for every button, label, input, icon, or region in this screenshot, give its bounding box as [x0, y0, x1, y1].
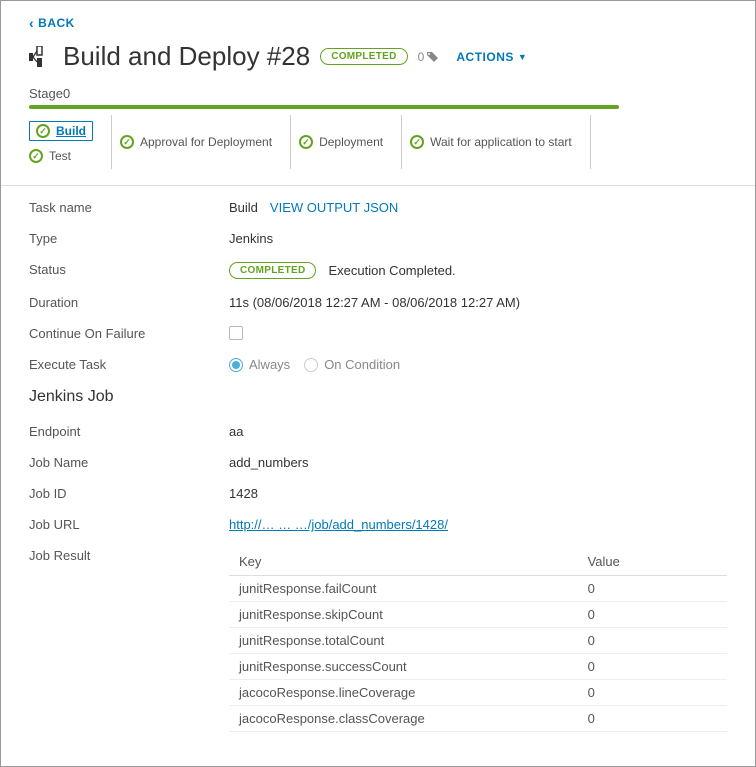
jobid-label: Job ID	[29, 486, 229, 501]
stage-tasks-row: ✓ Build ✓ Test ✓ Approval for Deployment ✓ Depl…	[29, 115, 727, 179]
radio-icon	[229, 358, 243, 372]
result-key: junitResponse.totalCount	[229, 628, 578, 654]
execute-condition-label: On Condition	[324, 357, 400, 372]
table-row: junitResponse.totalCount0	[229, 628, 727, 654]
table-row: junitResponse.successCount0	[229, 654, 727, 680]
execute-always-option[interactable]: Always	[229, 357, 290, 372]
endpoint-label: Endpoint	[29, 424, 229, 439]
chevron-down-icon: ▼	[518, 52, 527, 62]
result-key: junitResponse.successCount	[229, 654, 578, 680]
result-value: 0	[578, 602, 727, 628]
result-value: 0	[578, 706, 727, 732]
jobname-label: Job Name	[29, 455, 229, 470]
table-header-value: Value	[578, 548, 727, 576]
task-label: Test	[49, 149, 71, 163]
check-circle-icon: ✓	[120, 135, 134, 149]
jobresult-label: Job Result	[29, 548, 229, 563]
result-value: 0	[578, 680, 727, 706]
tag-count-area: 0	[418, 50, 441, 64]
actions-label: ACTIONS	[456, 50, 514, 64]
status-pill-detail: COMPLETED	[229, 262, 316, 279]
continue-on-failure-label: Continue On Failure	[29, 326, 229, 341]
stage-group: ✓ Approval for Deployment	[112, 115, 291, 169]
result-key: jacocoResponse.classCoverage	[229, 706, 578, 732]
stage-group: ✓ Deployment	[291, 115, 402, 169]
result-value: 0	[578, 576, 727, 602]
duration-label: Duration	[29, 295, 229, 310]
chevron-left-icon: ‹	[29, 15, 34, 31]
table-row: junitResponse.failCount0	[229, 576, 727, 602]
pipeline-icon	[29, 46, 53, 68]
task-item[interactable]: ✓ Wait for application to start	[410, 135, 572, 149]
stage-group: ✓ Wait for application to start	[402, 115, 591, 169]
result-value: 0	[578, 654, 727, 680]
jenkins-job-heading: Jenkins Job	[29, 388, 727, 406]
result-key: jacocoResponse.lineCoverage	[229, 680, 578, 706]
check-circle-icon: ✓	[410, 135, 424, 149]
back-label: BACK	[38, 16, 75, 30]
task-item[interactable]: ✓ Deployment	[299, 135, 383, 149]
back-link[interactable]: ‹ BACK	[29, 15, 75, 31]
status-badge: COMPLETED	[320, 48, 407, 65]
task-label: Approval for Deployment	[140, 135, 272, 149]
result-key: junitResponse.skipCount	[229, 602, 578, 628]
stage-name: Stage0	[29, 86, 727, 101]
tag-icon	[426, 51, 440, 63]
joburl-label: Job URL	[29, 517, 229, 532]
continue-on-failure-checkbox[interactable]	[229, 326, 243, 340]
task-label: Wait for application to start	[430, 135, 572, 149]
endpoint-value: aa	[229, 424, 243, 439]
table-header-key: Key	[229, 548, 578, 576]
task-name-label: Task name	[29, 200, 229, 215]
jobid-value: 1428	[229, 486, 258, 501]
view-output-json-link[interactable]: VIEW OUTPUT JSON	[270, 200, 398, 215]
result-value: 0	[578, 628, 727, 654]
check-circle-icon: ✓	[36, 124, 50, 138]
page-title: Build and Deploy #28	[63, 41, 310, 72]
stage-group: ✓ Build ✓ Test	[29, 115, 112, 169]
execute-always-label: Always	[249, 357, 290, 372]
task-item[interactable]: ✓ Build	[29, 121, 93, 141]
result-key: junitResponse.failCount	[229, 576, 578, 602]
task-name-value: Build	[229, 200, 258, 215]
task-item[interactable]: ✓ Approval for Deployment	[120, 135, 272, 149]
tag-count: 0	[418, 50, 425, 64]
type-label: Type	[29, 231, 229, 246]
task-label: Deployment	[319, 135, 383, 149]
radio-icon	[304, 358, 318, 372]
execute-task-label: Execute Task	[29, 357, 229, 372]
job-result-table: Key Value junitResponse.failCount0junitR…	[229, 548, 727, 732]
joburl-link[interactable]: http://… … …/job/add_numbers/1428/	[229, 517, 448, 532]
status-text: Execution Completed.	[328, 263, 455, 278]
table-row: junitResponse.skipCount0	[229, 602, 727, 628]
table-row: jacocoResponse.classCoverage0	[229, 706, 727, 732]
execute-on-condition-option[interactable]: On Condition	[304, 357, 400, 372]
duration-value: 11s (08/06/2018 12:27 AM - 08/06/2018 12…	[229, 295, 520, 310]
stage-progress-bar	[29, 105, 619, 109]
actions-menu[interactable]: ACTIONS ▼	[456, 50, 527, 64]
check-circle-icon: ✓	[299, 135, 313, 149]
status-label: Status	[29, 262, 229, 277]
task-item[interactable]: ✓ Test	[29, 149, 93, 163]
type-value: Jenkins	[229, 231, 273, 246]
jobname-value: add_numbers	[229, 455, 309, 470]
task-label: Build	[56, 124, 86, 138]
table-row: jacocoResponse.lineCoverage0	[229, 680, 727, 706]
check-circle-icon: ✓	[29, 149, 43, 163]
